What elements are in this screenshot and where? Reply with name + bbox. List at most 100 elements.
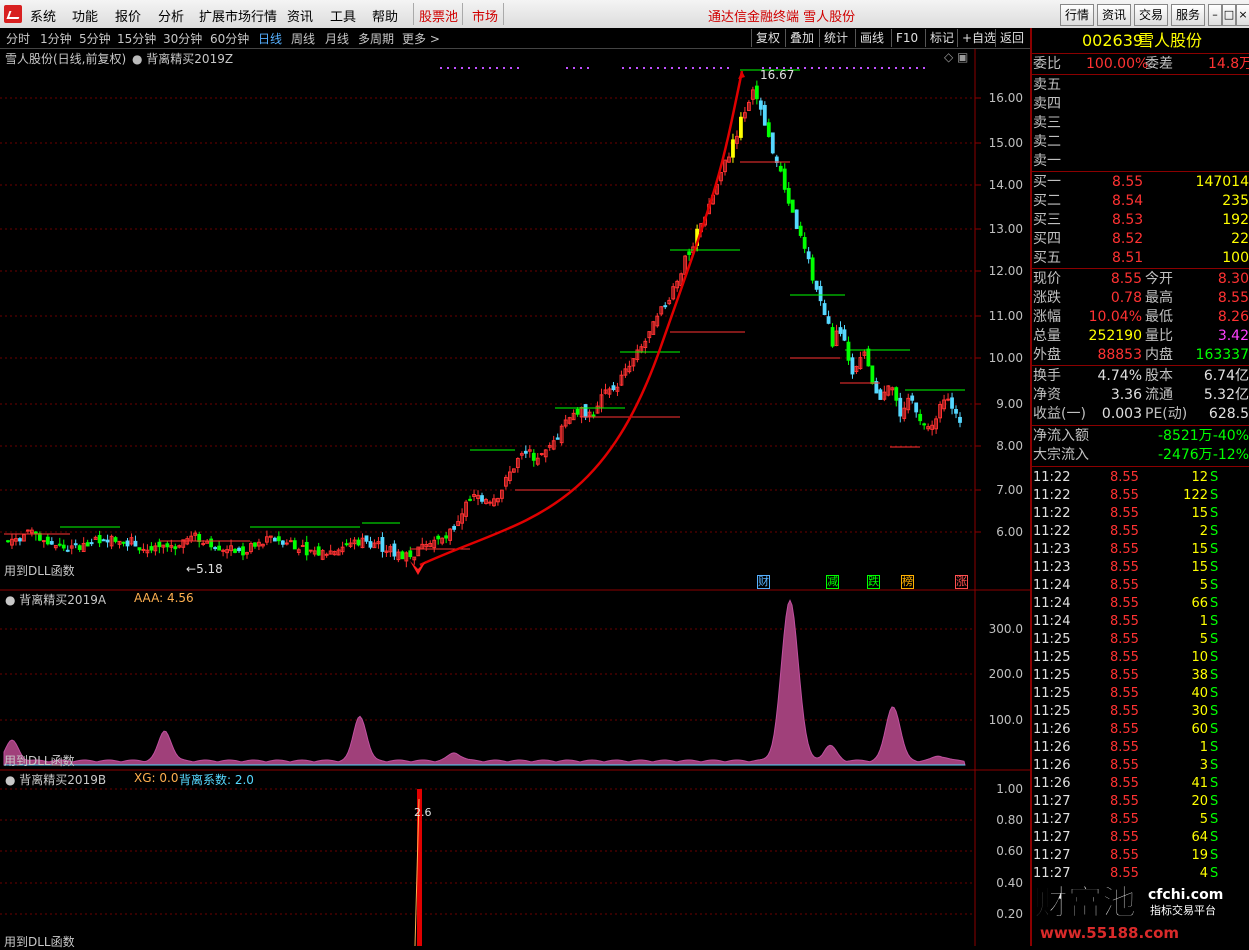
sell-row[interactable]: 卖五 xyxy=(1032,76,1249,94)
sell-row[interactable]: 卖三 xyxy=(1032,114,1249,132)
menu-tools[interactable]: 工具 xyxy=(330,6,356,25)
candle-body xyxy=(380,537,385,552)
candle-body xyxy=(790,199,795,213)
period-daily[interactable]: 日线 xyxy=(258,30,282,47)
menu-market[interactable]: 市场 xyxy=(472,6,498,25)
period-monthly[interactable]: 月线 xyxy=(325,30,349,47)
sub-a-dll-note: 用到DLL函数 xyxy=(4,754,75,768)
signal-dot xyxy=(650,67,652,69)
main-indicator-name[interactable]: ● 背离精买2019Z xyxy=(132,50,233,67)
candle-body xyxy=(870,365,875,384)
mark-button[interactable]: 标记 xyxy=(925,29,958,47)
trade-button[interactable]: 交易 xyxy=(1134,4,1168,26)
stat2-value: 3.36 xyxy=(1110,387,1142,403)
candle-body xyxy=(846,341,851,361)
buy-row[interactable]: 买四 8.52 22 xyxy=(1032,230,1249,248)
candle-body xyxy=(157,541,162,548)
add-watchlist-button[interactable]: +自选 xyxy=(957,29,1000,47)
signal-dot xyxy=(916,67,918,69)
candle-body xyxy=(300,544,305,547)
candle-body xyxy=(276,536,281,542)
y-tick-label: 6.00 xyxy=(996,525,1023,539)
period-1min[interactable]: 1分钟 xyxy=(40,30,72,47)
candle-body xyxy=(778,165,783,172)
period-timeshare[interactable]: 分时 xyxy=(6,30,30,47)
candle-body xyxy=(368,541,373,548)
tick-time: 11:24 xyxy=(1033,614,1071,629)
menu-stock-pool[interactable]: 股票池 xyxy=(419,6,458,25)
signal-dot xyxy=(454,67,456,69)
news-button[interactable]: 资讯 xyxy=(1097,4,1131,26)
badge-rise[interactable]: 涨 xyxy=(955,575,968,589)
period-5min[interactable]: 5分钟 xyxy=(79,30,111,47)
sub-b-title[interactable]: ● 背离精买2019B xyxy=(5,771,106,788)
buy-row[interactable]: 买五 8.51 100 xyxy=(1032,249,1249,267)
weicha-label: 委差 xyxy=(1145,56,1173,72)
sell-row[interactable]: 卖一 xyxy=(1032,152,1249,170)
main-indicator-label: 背离精买2019Z xyxy=(146,52,234,66)
minimize-icon[interactable]: – xyxy=(1208,4,1222,26)
menu-extended-market[interactable]: 扩展市场行情 xyxy=(199,6,277,25)
stat2-label-2: 股本 xyxy=(1145,368,1173,384)
period-more[interactable]: 更多 > xyxy=(402,30,440,47)
candle-body xyxy=(57,543,62,546)
maximize-icon[interactable]: □ xyxy=(1222,4,1236,26)
period-60min[interactable]: 60分钟 xyxy=(210,30,249,47)
sell-row[interactable]: 卖二 xyxy=(1032,133,1249,151)
close-icon[interactable]: × xyxy=(1236,4,1249,26)
period-15min[interactable]: 15分钟 xyxy=(117,30,156,47)
quote-button[interactable]: 行情 xyxy=(1060,4,1094,26)
candle-body xyxy=(826,316,831,324)
badge-rank[interactable]: 榜 xyxy=(901,575,914,589)
adjust-button[interactable]: 复权 xyxy=(751,29,784,47)
buy-row[interactable]: 买二 8.54 235 xyxy=(1032,192,1249,210)
signal-dot xyxy=(853,67,855,69)
back-button[interactable]: 返回 xyxy=(995,29,1028,47)
stat2-row: 换手 4.74% 股本 6.74亿 xyxy=(1032,367,1249,385)
menu-help[interactable]: 帮助 xyxy=(372,6,398,25)
badge-fall[interactable]: 跌 xyxy=(867,575,880,589)
sell-row[interactable]: 卖四 xyxy=(1032,95,1249,113)
tick-time: 11:22 xyxy=(1033,506,1071,521)
tick-row: 11:25 8.55 38 S xyxy=(1032,667,1249,685)
tick-row: 11:26 8.55 1 S xyxy=(1032,739,1249,757)
buy-row[interactable]: 买一 8.55 147014 xyxy=(1032,173,1249,191)
tick-side: S xyxy=(1210,812,1219,827)
period-multi[interactable]: 多周期 xyxy=(358,30,394,47)
menu-function[interactable]: 功能 xyxy=(72,6,98,25)
candle-body xyxy=(539,453,544,456)
period-30min[interactable]: 30分钟 xyxy=(163,30,202,47)
tick-price: 8.55 xyxy=(1110,776,1139,791)
sell-level-label: 卖三 xyxy=(1033,115,1061,131)
sub-a-title[interactable]: ● 背离精买2019A xyxy=(5,591,106,608)
stat2-value: 0.003 xyxy=(1101,406,1142,422)
stat2-value-2: 5.32亿 xyxy=(1203,387,1249,403)
signal-dot xyxy=(699,67,701,69)
menu-analysis[interactable]: 分析 xyxy=(158,6,184,25)
period-toolbar: 分时 1分钟 5分钟 15分钟 30分钟 60分钟 日线 周线 月线 多周期 更… xyxy=(0,28,1030,49)
candle-body xyxy=(316,546,321,556)
tick-side: S xyxy=(1210,650,1219,665)
kline-chart-area[interactable]: 16.00 15.00 14.00 13.00 12.00 11.00 10.00 9.00 8… xyxy=(0,49,1030,946)
chart-settings-icon[interactable]: ◇ ▣ xyxy=(944,50,968,64)
sub-b-tick-label: 0.60 xyxy=(996,844,1023,858)
signal-dot xyxy=(510,67,512,69)
period-weekly[interactable]: 周线 xyxy=(291,30,315,47)
tick-row: 11:27 8.55 64 S xyxy=(1032,829,1249,847)
stat2-value-2: 628.5 xyxy=(1208,406,1249,422)
menu-news[interactable]: 资讯 xyxy=(287,6,313,25)
candle-body xyxy=(213,547,218,550)
service-button[interactable]: 服务 xyxy=(1171,4,1205,26)
badge-reduce[interactable]: 减 xyxy=(826,575,839,589)
signal-dot xyxy=(573,67,575,69)
menu-quote[interactable]: 报价 xyxy=(115,6,141,25)
signal-dot xyxy=(811,67,813,69)
badge-finance[interactable]: 财 xyxy=(757,575,770,589)
f10-button[interactable]: F10 xyxy=(891,29,922,47)
overlay-button[interactable]: 叠加 xyxy=(785,29,818,47)
draw-button[interactable]: 画线 xyxy=(855,29,888,47)
stats-button[interactable]: 统计 xyxy=(819,29,852,47)
stat-row: 外盘 88853 内盘 163337 xyxy=(1032,346,1249,364)
buy-row[interactable]: 买三 8.53 192 xyxy=(1032,211,1249,229)
menu-system[interactable]: 系统 xyxy=(30,6,56,25)
